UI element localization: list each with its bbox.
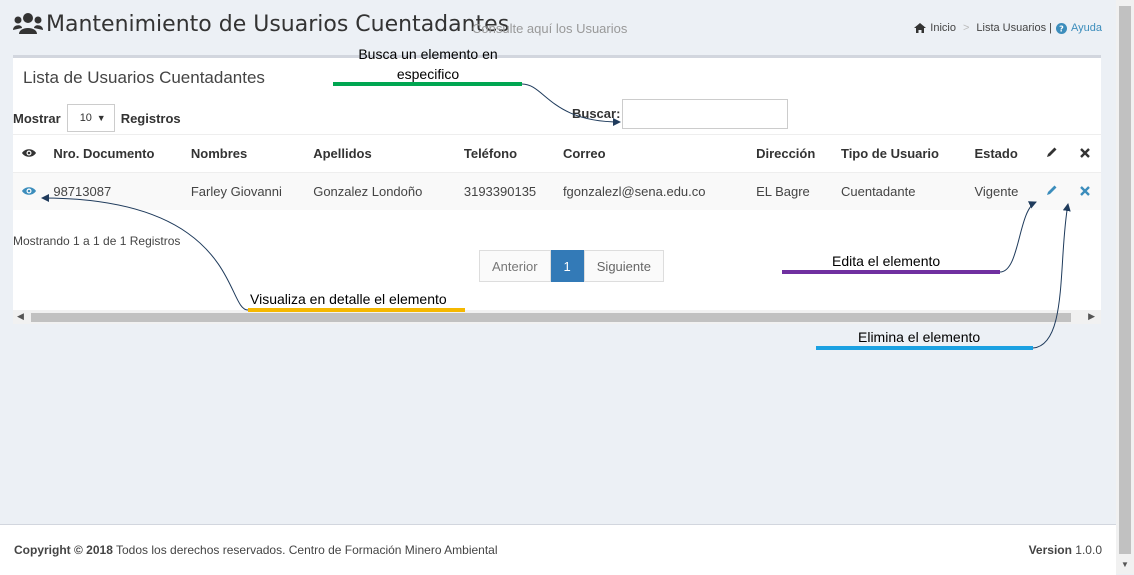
delete-annotation: Elimina el elemento bbox=[858, 329, 981, 345]
search-annotation-arrow bbox=[521, 83, 621, 126]
edit-annotation: Edita el elemento bbox=[832, 253, 941, 269]
view-annotation: Visualiza en detalle el elemento bbox=[250, 291, 447, 307]
view-annotation-arrow bbox=[41, 194, 249, 311]
search-annotation: Busca un elemento en especifico bbox=[358, 46, 498, 82]
edit-annotation-arrow bbox=[999, 201, 1037, 273]
annotation-lines bbox=[41, 82, 1071, 350]
delete-annotation-arrow bbox=[1032, 203, 1071, 349]
